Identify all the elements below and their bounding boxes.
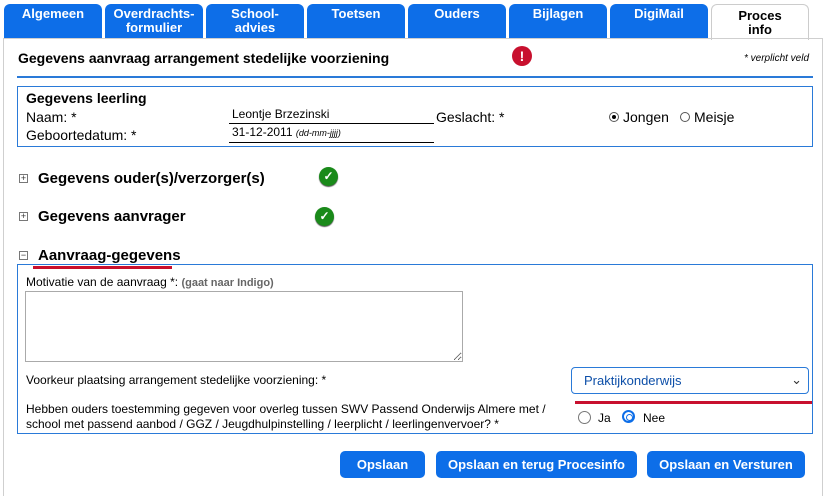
expand-applicant-icon[interactable]: + — [19, 212, 28, 221]
consent-option-nee: Nee — [643, 411, 666, 425]
tab-label: Toetsen — [331, 6, 381, 21]
dob-format: (dd-mm-jjjj) — [295, 128, 341, 138]
error-icon: ! — [512, 46, 532, 66]
parents-complete-check-icon: ✓ — [319, 167, 338, 186]
tab-algemeen[interactable]: Algemeen — [4, 4, 102, 38]
tab-digimail[interactable]: DigiMail — [610, 4, 708, 38]
gender-label: Geslacht: * — [436, 109, 505, 125]
tab-label: Algemeen — [21, 6, 85, 21]
dob-field[interactable]: 31-12-2011 (dd-mm-jjjj) — [229, 125, 434, 143]
preference-select[interactable]: Praktijkonderwijs ⌄ — [571, 367, 809, 394]
tab-label: DigiMail — [634, 6, 684, 21]
save-back-button[interactable]: Opslaan en terug Procesinfo — [436, 451, 637, 478]
section-parents[interactable]: Gegevens ouder(s)/verzorger(s) — [38, 170, 265, 187]
tab-label-line1: Overdrachts- — [113, 6, 195, 21]
collapse-request-icon[interactable]: − — [19, 251, 28, 260]
consent-radio-ja[interactable] — [578, 411, 591, 424]
tab-label-line2: advies — [234, 20, 276, 35]
gender-radio-jongen[interactable] — [609, 112, 619, 122]
tab-toetsen[interactable]: Toetsen — [307, 4, 405, 38]
section-request[interactable]: Aanvraag-gegevens — [38, 247, 181, 264]
tab-ouders[interactable]: Ouders — [408, 4, 506, 38]
tab-schooladvies[interactable]: School- advies — [206, 4, 304, 38]
required-note: * verplicht veld — [744, 53, 810, 64]
motivation-textarea[interactable] — [25, 291, 463, 362]
motivation-hint: (gaat naar Indigo) — [181, 277, 274, 289]
tab-label-line1: School- — [231, 6, 279, 21]
motivation-label: Motivatie van de aanvraag *: (gaat naar … — [26, 275, 274, 289]
tab-label-line2: formulier — [125, 20, 183, 35]
gender-radio-meisje[interactable] — [680, 112, 690, 122]
tab-label: Bijlagen — [532, 6, 584, 21]
tab-label-line2: info — [748, 21, 772, 37]
tab-bar: Algemeen Overdrachts- formulier School- … — [0, 0, 826, 40]
applicant-complete-check-icon: ✓ — [315, 207, 334, 226]
preference-error-underline — [575, 401, 812, 404]
preference-value: Praktijkonderwijs — [584, 373, 682, 388]
motivation-label-text: Motivatie van de aanvraag *: — [26, 275, 179, 289]
tab-label-line1: Proces — [738, 7, 782, 23]
consent-option-ja: Ja — [598, 411, 611, 425]
consent-label-line1: Hebben ouders toestemming gegeven voor o… — [26, 402, 546, 416]
preference-label: Voorkeur plaatsing arrangement stedelijk… — [26, 373, 327, 387]
dob-label: Geboortedatum: * — [26, 127, 137, 143]
tab-overdrachtsformulier[interactable]: Overdrachts- formulier — [105, 4, 203, 38]
section-applicant[interactable]: Gegevens aanvrager — [38, 208, 186, 225]
chevron-down-icon: ⌄ — [791, 372, 802, 387]
gender-option-jongen: Jongen — [623, 109, 669, 125]
tab-procesinfo[interactable]: Proces info — [711, 4, 809, 40]
header-divider — [17, 76, 813, 78]
tab-bijlagen[interactable]: Bijlagen — [509, 4, 607, 38]
consent-label-line2: school met passend aanbod / GGZ / Jeugdh… — [26, 417, 499, 431]
gender-option-meisje: Meisje — [694, 109, 735, 125]
tab-label: Ouders — [434, 6, 480, 21]
dob-value: 31-12-2011 — [232, 125, 293, 139]
name-field[interactable]: Leontje Brzezinski — [229, 107, 434, 124]
student-section-title: Gegevens leerling — [26, 90, 147, 106]
save-button[interactable]: Opslaan — [340, 451, 425, 478]
page-title: Gegevens aanvraag arrangement stedelijke… — [18, 50, 390, 66]
expand-parents-icon[interactable]: + — [19, 174, 28, 183]
name-label: Naam: * — [26, 109, 77, 125]
consent-radio-nee[interactable] — [622, 410, 635, 423]
save-send-button[interactable]: Opslaan en Versturen — [647, 451, 805, 478]
